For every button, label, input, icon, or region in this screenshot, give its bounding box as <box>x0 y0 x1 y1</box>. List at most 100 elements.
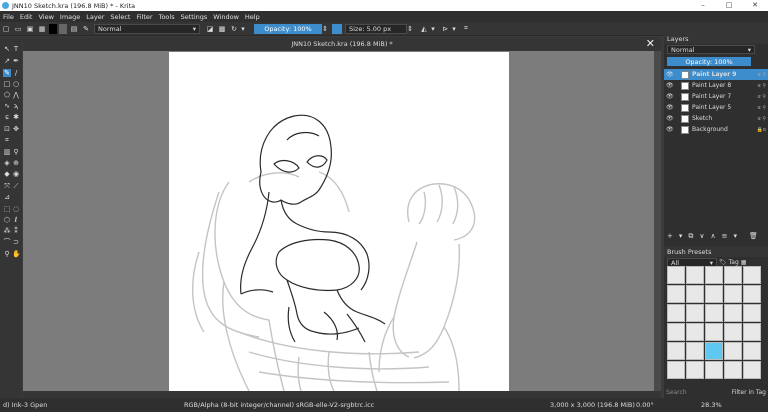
brush-preset-tile[interactable] <box>686 361 704 379</box>
menu-image[interactable]: Image <box>57 13 83 21</box>
brush-preset-tile[interactable] <box>743 285 761 303</box>
close-document-button[interactable]: ✕ <box>646 37 655 51</box>
vertical-scrollbar[interactable] <box>654 51 661 391</box>
brush-preset-tile[interactable] <box>743 342 761 360</box>
brush-preset-tile[interactable] <box>705 285 723 303</box>
add-layer-icon[interactable]: + <box>667 232 673 240</box>
transform-tool-icon[interactable]: ⊡ <box>3 125 11 133</box>
menu-view[interactable]: View <box>35 13 56 21</box>
brush-preset-icon[interactable]: ✎ <box>81 24 91 34</box>
line-tool-icon[interactable]: / <box>12 69 20 77</box>
enclose-fill-icon[interactable]: ◉ <box>12 170 20 178</box>
drawing-canvas[interactable] <box>169 52 509 391</box>
layer-row[interactable]: 👁 Paint Layer 8 α ⚲ <box>664 80 768 91</box>
view-mode-icon[interactable]: ▦ <box>741 259 747 266</box>
freehand-select-icon[interactable]: ℓ <box>12 216 20 224</box>
brush-preset-tile[interactable] <box>686 266 704 284</box>
brush-size-field[interactable]: Size: 5.00 px <box>345 23 407 34</box>
save-icon[interactable]: ▣ <box>25 24 35 34</box>
wrap-around-icon[interactable]: ⊳ <box>440 24 450 34</box>
ellipse-tool-icon[interactable]: ○ <box>12 80 20 88</box>
eraser-icon[interactable]: ◪ <box>205 24 215 34</box>
brush-preset-tile[interactable] <box>686 323 704 341</box>
menu-edit[interactable]: Edit <box>17 13 36 21</box>
brush-search-input[interactable]: Search <box>666 389 687 396</box>
rect-select-icon[interactable]: ⬚ <box>3 205 11 213</box>
fill-pattern-icon[interactable]: ▤ <box>69 24 79 34</box>
tag-icon[interactable]: 🏷 <box>719 259 727 266</box>
close-window-button[interactable]: ✕ <box>742 0 768 11</box>
visibility-eye-icon[interactable]: 👁 <box>666 126 674 133</box>
edit-shapes-icon[interactable]: ↗ <box>3 57 11 65</box>
filter-in-tag-checkbox[interactable]: Filter in Tag <box>732 389 766 396</box>
visibility-eye-icon[interactable]: 👁 <box>666 82 674 89</box>
brush-preset-tile[interactable] <box>667 304 685 322</box>
chevron-down-icon[interactable]: ▾ <box>451 24 457 34</box>
menu-select[interactable]: Select <box>107 13 133 21</box>
brush-preset-tile[interactable] <box>705 304 723 322</box>
layer-row[interactable]: 👁 Paint Layer 9 α ⚲ <box>664 69 768 80</box>
reload-preset-icon[interactable]: ↻ <box>229 24 239 34</box>
horizontal-scrollbar[interactable] <box>23 391 661 398</box>
select-shapes-icon[interactable]: ↖ <box>3 45 11 53</box>
current-brush-label[interactable]: d) Ink-3 Gpen <box>3 401 47 409</box>
multibrush-icon[interactable]: ✱ <box>12 113 20 121</box>
rotation-label[interactable]: 0.00° <box>636 401 654 409</box>
pan-tool-icon[interactable]: ✋ <box>12 250 21 258</box>
layer-opacity-slider[interactable]: Opacity: 100% <box>667 57 751 66</box>
visibility-eye-icon[interactable]: 👁 <box>666 104 674 111</box>
preserve-alpha-icon[interactable]: ▩ <box>217 24 227 34</box>
menu-tools[interactable]: Tools <box>156 13 178 21</box>
chevron-down-icon[interactable]: ▾ <box>430 24 436 34</box>
move-tool-icon[interactable]: ✥ <box>12 125 20 133</box>
bezier-select-icon[interactable]: ⌒ <box>3 238 11 246</box>
brush-preset-tile[interactable] <box>724 342 742 360</box>
mirror-horizontal-icon[interactable]: ◭ <box>419 24 429 34</box>
new-document-icon[interactable]: ▢ <box>1 24 11 34</box>
layer-properties-icon[interactable]: α ⚲ <box>757 94 766 100</box>
layer-row[interactable]: 👁 Background 🔒α <box>664 124 768 135</box>
brush-preset-tile[interactable] <box>686 342 704 360</box>
opacity-slider[interactable]: Opacity: 100% <box>254 23 322 34</box>
pattern-swatch[interactable]: ▦ <box>36 24 48 34</box>
calligraphy-icon[interactable]: ✒ <box>12 57 20 65</box>
brush-preset-tile[interactable] <box>724 361 742 379</box>
zoom-level-label[interactable]: 28.3% <box>701 401 722 409</box>
chevron-down-icon[interactable]: ▾ <box>734 232 738 240</box>
brush-preset-tile[interactable] <box>705 266 723 284</box>
brush-preset-tile[interactable] <box>743 304 761 322</box>
lock-icon[interactable]: 🔒α <box>756 127 766 133</box>
brush-preset-tile[interactable] <box>705 323 723 341</box>
brush-preset-tile[interactable] <box>724 285 742 303</box>
menu-file[interactable]: File <box>0 13 17 21</box>
magnetic-select-icon[interactable]: ⊃ <box>12 238 20 246</box>
fill-tool-icon[interactable]: ◆ <box>3 170 11 178</box>
brush-preset-tile[interactable] <box>667 342 685 360</box>
move-up-icon[interactable]: ∧ <box>711 232 716 240</box>
layer-properties-icon[interactable]: α ⚲ <box>757 116 766 122</box>
brush-preset-tile[interactable] <box>743 266 761 284</box>
tag-label[interactable]: Tag <box>729 259 739 266</box>
layer-properties-icon[interactable]: α ⚲ <box>757 83 766 89</box>
brush-preset-tile[interactable] <box>724 323 742 341</box>
layer-properties-menu-icon[interactable]: ≡ <box>722 232 728 240</box>
zoom-tool-icon[interactable]: ⚲ <box>3 250 11 258</box>
delete-layer-icon[interactable]: 🗑 <box>749 232 758 240</box>
menu-layer[interactable]: Layer <box>83 13 107 21</box>
bezier-tool-icon[interactable]: ∿ <box>3 102 11 110</box>
color-picker-icon[interactable]: ⚲ <box>12 148 20 156</box>
menu-filter[interactable]: Filter <box>133 13 155 21</box>
crop-icon[interactable]: ⌗ <box>461 24 471 34</box>
crop-tool-icon[interactable]: ⌗ <box>3 136 11 144</box>
contiguous-select-icon[interactable]: ⁂ <box>3 227 11 235</box>
brush-preset-tile[interactable] <box>667 266 685 284</box>
brush-preset-tile[interactable] <box>667 285 685 303</box>
layer-row[interactable]: 👁 Sketch α ⚲ <box>664 113 768 124</box>
visibility-eye-icon[interactable]: 👁 <box>666 93 674 100</box>
size-stepper[interactable]: ⇕ <box>407 24 413 34</box>
opacity-stepper[interactable]: ⇕ <box>322 24 328 34</box>
layer-row[interactable]: 👁 Paint Layer 7 α ⚲ <box>664 91 768 102</box>
visibility-eye-icon[interactable]: 👁 <box>666 71 674 78</box>
assistant-tool-icon[interactable]: ⤧ <box>3 182 11 190</box>
menu-help[interactable]: Help <box>242 13 263 21</box>
